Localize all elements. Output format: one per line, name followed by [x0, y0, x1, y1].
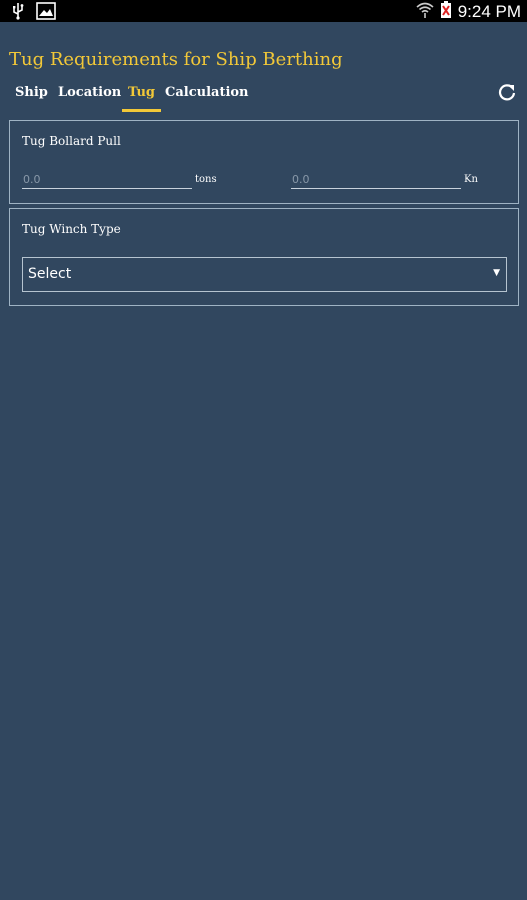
winch-type-select[interactable]: Select ▼ — [22, 257, 507, 292]
winch-type-label: Tug Winch Type — [22, 222, 121, 236]
gallery-icon — [36, 2, 56, 24]
refresh-icon[interactable] — [497, 82, 517, 102]
dropdown-arrow-icon: ▼ — [493, 268, 500, 278]
status-bar: 9:24 PM — [0, 0, 527, 22]
tab-tug[interactable]: Tug — [121, 82, 162, 112]
bollard-pull-tons-input[interactable] — [22, 171, 192, 189]
kn-unit-label: Kn — [464, 174, 478, 185]
bollard-pull-label: Tug Bollard Pull — [22, 134, 121, 148]
winch-type-selected-value: Select — [28, 266, 72, 282]
bollard-pull-kn-input[interactable] — [291, 171, 461, 189]
status-time: 9:24 PM — [457, 2, 521, 21]
bollard-pull-panel: Tug Bollard Pull tons Kn — [9, 120, 519, 204]
tab-calculation[interactable]: Calculation — [165, 82, 249, 112]
usb-icon — [10, 2, 26, 24]
tab-location[interactable]: Location — [58, 82, 121, 112]
winch-type-panel: Tug Winch Type Select ▼ — [9, 208, 519, 306]
app-title: Tug Requirements for Ship Berthing — [9, 49, 343, 70]
tab-ship[interactable]: Ship — [15, 82, 48, 112]
tons-unit-label: tons — [195, 174, 217, 185]
wifi-icon — [416, 1, 434, 23]
battery-icon — [440, 1, 452, 23]
